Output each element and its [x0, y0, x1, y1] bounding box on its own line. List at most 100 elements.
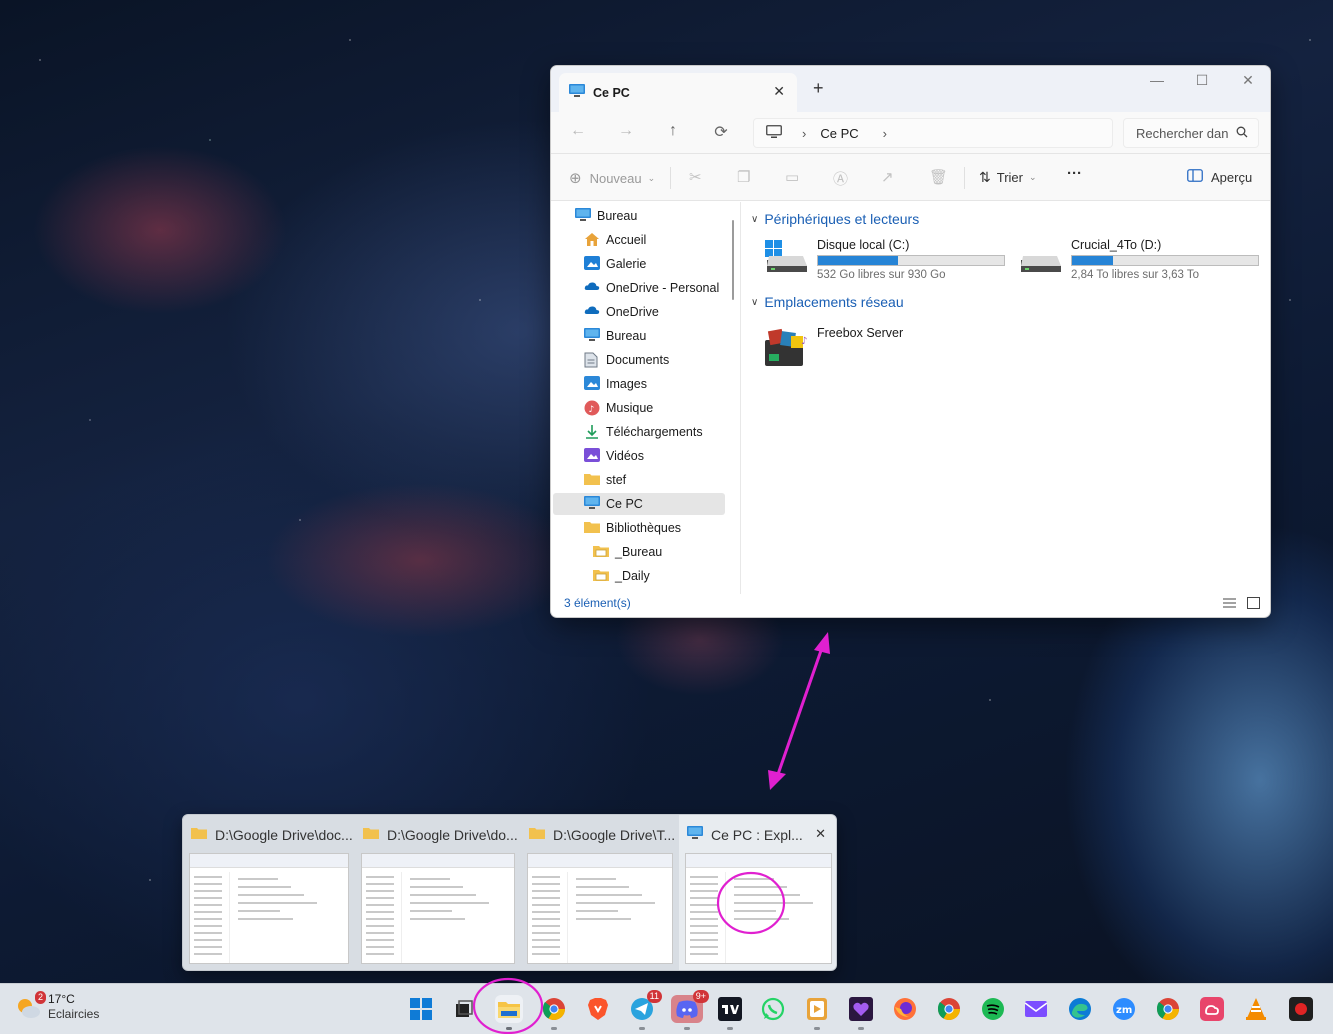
tab-ce-pc[interactable]: Ce PC ✕	[559, 73, 797, 112]
details-view-icon[interactable]	[1223, 597, 1236, 612]
taskbar-app-whatsapp[interactable]	[759, 995, 787, 1023]
window-snapshot	[527, 853, 673, 964]
sidebar-item-documents[interactable]: Documents	[553, 349, 725, 371]
taskbar-app-media-player[interactable]	[803, 995, 831, 1030]
search-box[interactable]: Rechercher dans Ce PC	[1123, 118, 1259, 148]
sidebar-item-galerie[interactable]: Galerie	[553, 253, 725, 275]
more-options-button[interactable]: ···	[1067, 165, 1082, 182]
sidebar-scrollbar[interactable]	[732, 220, 734, 300]
taskbar-app-tradingview[interactable]	[716, 995, 744, 1030]
close-thumbnail-icon[interactable]: ✕	[815, 826, 826, 842]
sidebar-item-musique[interactable]: ♪ Musique	[553, 397, 725, 419]
taskbar-app-creative-cloud[interactable]	[1198, 995, 1226, 1023]
app-running-indicator	[551, 1027, 557, 1030]
delete-icon[interactable]: 🗑	[929, 168, 948, 186]
close-tab-icon[interactable]: ✕	[773, 84, 785, 98]
large-icons-view-icon[interactable]	[1247, 597, 1260, 612]
taskbar-app-vlc[interactable]	[1242, 995, 1270, 1023]
thumbnail-title: D:\Google Drive\do...	[363, 826, 518, 843]
back-button[interactable]: ←	[566, 122, 590, 140]
window-thumbnail[interactable]: D:\Google Drive\do...	[355, 815, 521, 970]
taskbar-app-telegram[interactable]: 11	[628, 990, 662, 1030]
window-thumbnail[interactable]: D:\Google Drive\doc...	[183, 815, 355, 970]
window-thumbnail[interactable]: D:\Google Drive\T...	[521, 815, 679, 970]
taskbar-app-spotify[interactable]	[979, 995, 1007, 1023]
section-header-network[interactable]: ∨ Emplacements réseau	[751, 294, 904, 310]
breadcrumb[interactable]: Ce PC	[820, 126, 858, 141]
firefox-icon	[894, 998, 916, 1020]
pane-divider[interactable]	[740, 202, 741, 594]
chevron-down-icon: ∨	[751, 213, 759, 225]
share-icon[interactable]: ↗	[881, 168, 894, 186]
toolbar-separator	[964, 167, 965, 189]
network-item[interactable]: ♪ Freebox Server	[763, 326, 903, 370]
sidebar-item-label: Documents	[606, 353, 670, 367]
rename-icon[interactable]: Ⓐ	[833, 168, 848, 189]
preview-pane-button[interactable]: Aperçu	[1187, 169, 1252, 185]
sidebar-item-onedrive-personal[interactable]: OneDrive - Personal	[553, 277, 725, 299]
taskbar-app-chrome-profile[interactable]	[935, 995, 963, 1023]
new-button[interactable]: ⊕ Nouveau ⌄	[569, 169, 655, 187]
drive-item[interactable]: Crucial_4To (D:) 2,84 To libres sur 3,63…	[1017, 238, 1259, 281]
annotation-arrow	[768, 632, 830, 790]
search-input[interactable]: Rechercher dans Ce PC	[1136, 126, 1228, 141]
refresh-button[interactable]: ⟳	[709, 122, 733, 142]
new-tab-button[interactable]: +	[813, 78, 824, 99]
close-window-button[interactable]: ✕	[1233, 72, 1263, 89]
cut-icon[interactable]: ✂	[689, 168, 702, 186]
brave-icon	[588, 998, 608, 1020]
sidebar-item-ce-pc[interactable]: Ce PC	[553, 493, 725, 515]
taskbar-app-heart-app[interactable]	[847, 995, 875, 1030]
sidebar-item-label: _Daily	[615, 569, 650, 583]
sidebar-item-label: _Bureau	[615, 545, 663, 559]
sort-button[interactable]: ⇅ Trier ⌄	[979, 169, 1037, 186]
copy-icon[interactable]: ❐	[737, 168, 750, 186]
sidebar-item-téléchargements[interactable]: Téléchargements	[553, 421, 725, 443]
hard-drive-icon	[1017, 238, 1063, 274]
annotation-circle	[472, 977, 544, 1034]
tradingview-icon	[718, 997, 742, 1021]
maximize-button[interactable]: ☐	[1187, 72, 1217, 89]
taskbar-app-firefox[interactable]	[891, 995, 919, 1023]
sidebar-item-onedrive[interactable]: OneDrive	[553, 301, 725, 323]
taskbar-app-zoom[interactable]: zm	[1110, 995, 1138, 1023]
drive-space-info: 2,84 To libres sur 3,63 To	[1071, 269, 1200, 281]
forward-button[interactable]: →	[614, 122, 638, 140]
paste-icon[interactable]: ▭	[785, 168, 799, 186]
preview-pane-icon	[1187, 169, 1203, 185]
start-button[interactable]	[407, 995, 435, 1023]
thumbnail-title-text: D:\Google Drive\T...	[553, 826, 676, 843]
videos-icon	[584, 448, 600, 464]
taskbar-app-discord[interactable]: 9+	[671, 990, 709, 1030]
sidebar-item-label: stef	[606, 473, 627, 487]
zoom-icon: zm	[1113, 998, 1135, 1020]
weather-widget[interactable]: 2 17°C Eclaircies	[14, 991, 99, 1022]
sidebar-item-label: Bureau	[597, 209, 638, 223]
gallery-icon	[584, 256, 600, 272]
sidebar-item-biblioth-ques[interactable]: Bibliothèques	[553, 517, 725, 539]
chevron-right-icon[interactable]: ›	[883, 126, 887, 141]
section-header-devices[interactable]: ∨ Périphériques et lecteurs	[751, 211, 919, 227]
sidebar-item-accueil[interactable]: Accueil	[553, 229, 725, 251]
sidebar-item-stef[interactable]: stef	[553, 469, 725, 491]
up-button[interactable]: ↑	[661, 122, 685, 140]
sidebar-item-bureau[interactable]: Bureau	[553, 205, 725, 227]
taskbar-app-recorder[interactable]	[1287, 995, 1315, 1023]
minimize-button[interactable]: —	[1142, 72, 1172, 88]
thumbnail-title-text: D:\Google Drive\doc...	[215, 826, 353, 843]
documents-icon	[584, 352, 600, 368]
sidebar-item-label: Galerie	[606, 257, 647, 271]
sidebar-item-_daily[interactable]: _Daily	[553, 565, 725, 587]
sidebar-item-_bureau[interactable]: _Bureau	[553, 541, 725, 563]
sidebar-item-bureau[interactable]: Bureau	[553, 325, 725, 347]
sidebar-item-images[interactable]: Images	[553, 373, 725, 395]
address-bar[interactable]: › Ce PC ›	[753, 118, 1113, 148]
drive-item[interactable]: Disque local (C:) 532 Go libres sur 930 …	[763, 238, 1005, 281]
sidebar-item-vidéos[interactable]: Vidéos	[553, 445, 725, 467]
taskbar-app-brave[interactable]	[584, 995, 612, 1023]
taskbar-app-edge[interactable]	[1066, 995, 1094, 1023]
taskbar-app-mail[interactable]	[1022, 995, 1050, 1023]
taskbar-app-chrome-alt[interactable]	[1154, 995, 1182, 1023]
sidebar-item-label: Accueil	[606, 233, 647, 247]
sidebar-item-label: Images	[606, 377, 647, 391]
